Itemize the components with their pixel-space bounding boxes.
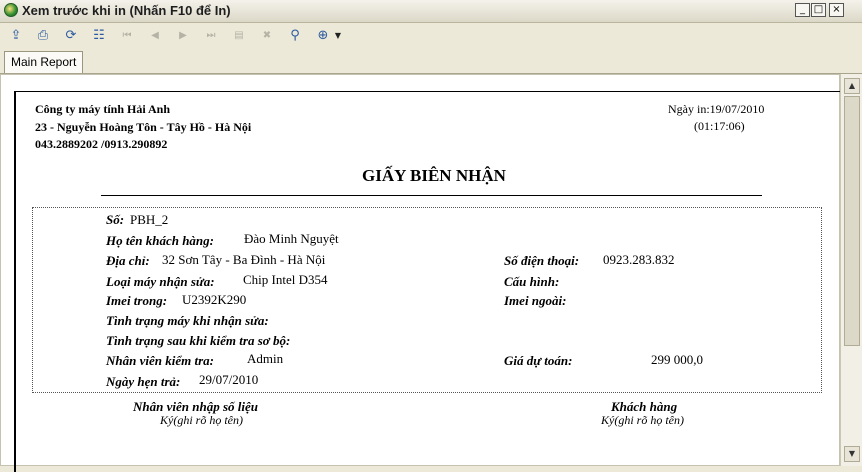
address-label: Địa chỉ: [106, 253, 150, 268]
print-date-value: 19/07/2010 [709, 102, 765, 116]
company-name: Công ty máy tính Hải Anh [35, 102, 171, 116]
last-page-icon[interactable]: ⏭ [201, 25, 221, 45]
customer-name-value: Đào Minh Nguyệt [244, 231, 339, 246]
imei-inner-value: U2392K290 [182, 292, 247, 307]
inspector-label: Nhân viên kiểm tra: [106, 353, 214, 368]
app-icon [4, 3, 18, 17]
estimate-value: 299 000,0 [651, 352, 703, 367]
device-type-label: Loại máy nhận sửa: [106, 274, 215, 289]
export-icon[interactable]: ⇪ [6, 25, 26, 45]
phone-label: Số điện thoại: [504, 253, 580, 268]
imei-inner-label: Imei trong: [106, 293, 168, 308]
device-type-value: Chip Intel D354 [243, 272, 328, 287]
phone-value: 0923.283.832 [603, 252, 675, 267]
title-bar: Xem trước khi in (Nhấn F10 để In) _ □ × [0, 0, 862, 23]
scroll-down-icon[interactable]: ▼ [844, 446, 860, 462]
print-date: Ngày in:19/07/2010 [668, 102, 764, 117]
estimate-label: Giá dự toán: [504, 353, 573, 368]
next-page-icon[interactable]: ▶ [173, 25, 193, 45]
tab-main-report[interactable]: Main Report [4, 51, 84, 73]
return-date-label: Ngày hẹn trả: [106, 374, 181, 389]
signature-staff-note: Ký(ghi rõ họ tên) [160, 413, 243, 427]
vertical-scrollbar[interactable]: ▲ ▼ [840, 74, 862, 466]
zoom-dropdown-icon[interactable]: ▼ [333, 25, 343, 45]
address-value: 32 Sơn Tây - Ba Đình - Hà Nội [162, 252, 326, 267]
scroll-up-icon[interactable]: ▲ [844, 78, 860, 94]
goto-page-icon[interactable]: ▤ [229, 25, 249, 45]
minimize-button[interactable]: _ [795, 3, 810, 17]
window-title: Xem trước khi in (Nhấn F10 để In) [22, 3, 231, 18]
imei-outer-label: Imei ngoài: [504, 293, 567, 308]
first-page-icon[interactable]: ⏮ [117, 25, 137, 45]
print-date-label: Ngày in: [668, 102, 710, 116]
toolbar: ⇪ ⎙ ⟳ ☷ ⏮ ◀ ▶ ⏭ ▤ ✖ ⚲ ⊕ ▼ [0, 23, 862, 49]
print-time: (01:17:06) [694, 119, 745, 133]
signature-customer-note: Ký(ghi rõ họ tên) [601, 413, 684, 427]
inspector-value: Admin [247, 351, 284, 366]
close-button[interactable]: × [829, 3, 844, 17]
return-date-value: 29/07/2010 [199, 372, 259, 387]
customer-name-label: Họ tên khách hàng: [106, 233, 214, 248]
so-value: PBH_2 [130, 212, 169, 227]
title-underline [101, 195, 762, 196]
config-label: Cấu hình: [504, 274, 560, 289]
status-received-label: Tình trạng máy khi nhận sửa: [106, 313, 269, 328]
tab-strip: Main Report [0, 49, 862, 74]
stop-icon[interactable]: ✖ [257, 25, 277, 45]
zoom-icon[interactable]: ⊕ [313, 25, 333, 45]
company-address: 23 - Nguyễn Hoàng Tôn - Tây Hồ - Hà Nội [35, 120, 252, 134]
maximize-button[interactable]: □ [811, 3, 826, 17]
search-icon[interactable]: ⚲ [285, 25, 305, 45]
company-phones: 043.2889202 /0913.290892 [35, 137, 168, 151]
so-label: Số: [106, 212, 125, 227]
status-checked-label: Tình trạng sau khi kiểm tra sơ bộ: [106, 333, 291, 348]
group-tree-icon[interactable]: ☷ [89, 25, 109, 45]
refresh-icon[interactable]: ⟳ [61, 25, 81, 45]
print-icon[interactable]: ⎙ [33, 25, 53, 45]
scroll-thumb[interactable] [844, 96, 860, 346]
prev-page-icon[interactable]: ◀ [145, 25, 165, 45]
document-title: GIẤY BIÊN NHẬN [362, 166, 506, 185]
